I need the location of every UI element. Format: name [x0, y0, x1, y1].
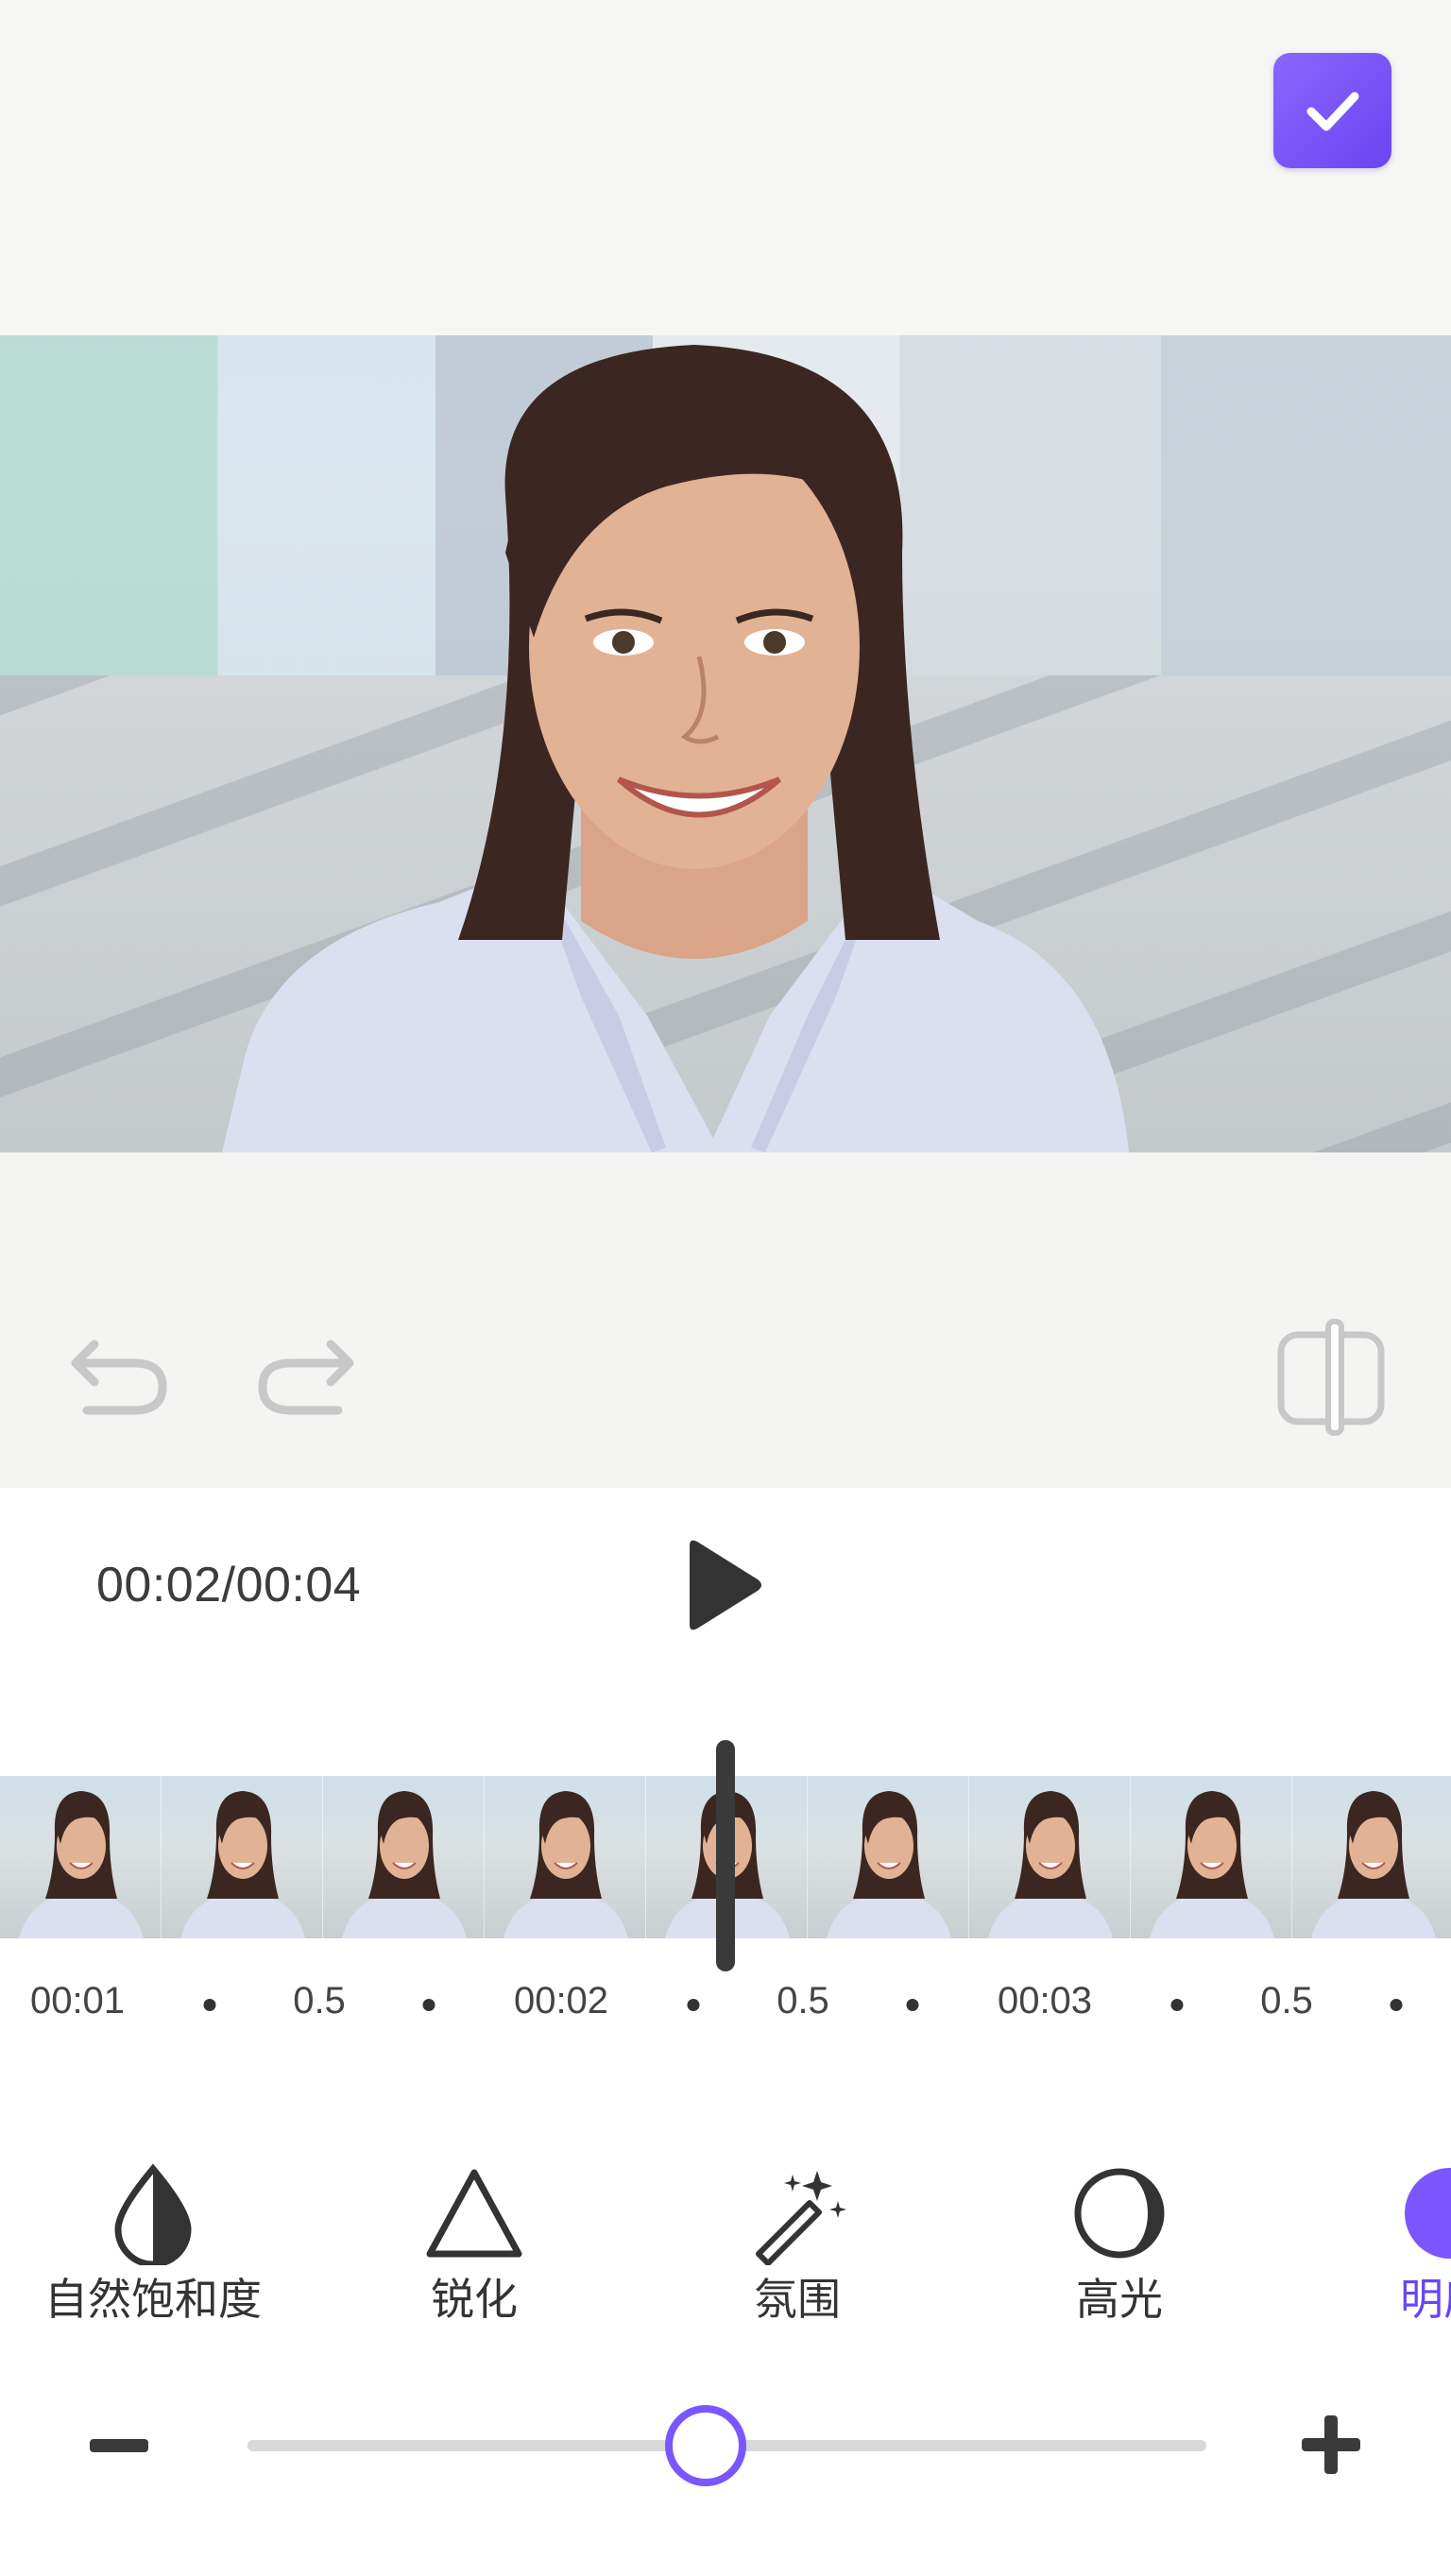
timeline-ruler: 00:01 0.5 00:02 0.5 00:03 0.5: [0, 1976, 1451, 2033]
playhead[interactable]: [716, 1740, 735, 1971]
filmstrip-frame: [1292, 1776, 1451, 1938]
ruler-dot: [906, 1999, 919, 2011]
ruler-label: 0.5: [1260, 1980, 1313, 2022]
ruler-label: 00:02: [513, 1980, 609, 2022]
undo-icon[interactable]: [68, 1327, 172, 1422]
brightness-icon: [1405, 2168, 1451, 2259]
ruler-dot: [203, 1999, 216, 2011]
magic-wand-icon: [756, 2171, 846, 2265]
tool-ambience[interactable]: 氛围: [665, 2144, 930, 2333]
compare-icon[interactable]: [1275, 1318, 1387, 1436]
ruler-dot: [1170, 1999, 1184, 2011]
filmstrip-frame: [969, 1776, 1131, 1938]
ruler-label: 0.5: [293, 1980, 346, 2022]
tool-label: 锐化: [431, 2274, 518, 2325]
ruler-dot: [422, 1999, 435, 2011]
playback-time: 00:02/00:04: [96, 1558, 362, 1612]
portrait-subject: [222, 345, 1129, 1152]
tool-label: 明度: [1400, 2274, 1451, 2325]
tool-vibrance[interactable]: 自然饱和度: [21, 2144, 285, 2333]
ruler-label: 00:01: [29, 1980, 126, 2022]
video-preview[interactable]: [0, 335, 1451, 1152]
play-icon[interactable]: [680, 1538, 765, 1632]
adjust-slider-thumb[interactable]: [665, 2405, 746, 2486]
tool-highlights[interactable]: 高光: [987, 2144, 1252, 2333]
redo-icon[interactable]: [253, 1327, 357, 1422]
filmstrip-frame: [808, 1776, 969, 1938]
editor-toolbar: [0, 1152, 1451, 1488]
filmstrip-frame: [162, 1776, 323, 1938]
ruler-dot: [687, 1999, 700, 2011]
plus-icon[interactable]: [1302, 2415, 1360, 2474]
filmstrip-frame: [485, 1776, 646, 1938]
confirm-button[interactable]: [1273, 53, 1391, 168]
ruler-label: 00:03: [997, 1980, 1093, 2022]
ruler-dot: [1390, 1999, 1403, 2011]
top-bar: [0, 0, 1451, 335]
filmstrip-frame: [0, 1776, 162, 1938]
minus-icon[interactable]: [90, 2439, 148, 2452]
tool-brightness[interactable]: 明度: [1398, 2144, 1451, 2333]
filmstrip-frame: [323, 1776, 485, 1938]
checkmark-icon: [1306, 92, 1358, 131]
crescent-icon: [1074, 2168, 1165, 2259]
tool-sharpen[interactable]: 锐化: [342, 2144, 606, 2333]
tool-label: 自然饱和度: [44, 2274, 262, 2325]
tool-label: 氛围: [754, 2274, 841, 2325]
triangle-icon: [426, 2169, 522, 2258]
adjust-tools-bar: 自然饱和度 锐化 氛围 高光 明度: [0, 2144, 1451, 2333]
droplet-icon: [114, 2163, 192, 2265]
ruler-label: 0.5: [777, 1980, 829, 2022]
tool-label: 高光: [1076, 2274, 1163, 2325]
filmstrip-frame: [1131, 1776, 1292, 1938]
